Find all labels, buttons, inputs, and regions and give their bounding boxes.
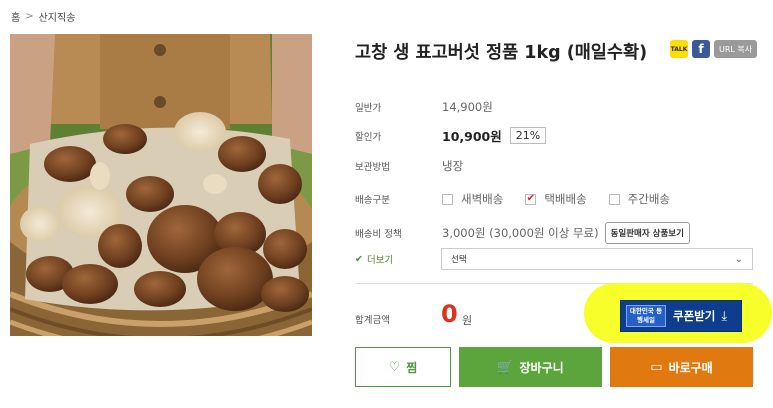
shipping-type-label: 배송구분 bbox=[355, 195, 390, 206]
storage-value: 냉장 bbox=[442, 159, 464, 173]
cart-icon: 🛒 bbox=[497, 359, 514, 375]
dawn-delivery-checkbox[interactable] bbox=[442, 193, 453, 205]
regular-price-label: 일반가 bbox=[355, 103, 382, 114]
sale-price-row: 할인가 10,900원 21% bbox=[355, 126, 547, 145]
product-image bbox=[10, 34, 312, 336]
parcel-delivery-checkbox-checked[interactable]: ✔ bbox=[525, 193, 537, 205]
buy-label: 바로구매 bbox=[668, 360, 713, 375]
sale-event-badge: 대한민국 동행세일 bbox=[626, 305, 666, 327]
share-buttons: TALK f URL 복사 bbox=[670, 40, 758, 58]
product-title: 고창 생 표고버섯 정품 1kg (매일수확) bbox=[355, 43, 648, 63]
wishlist-button[interactable]: ♡ 찜 bbox=[355, 347, 451, 387]
download-icon: ⤓ bbox=[721, 308, 728, 324]
shipping-option-label: 주간배송 bbox=[627, 192, 670, 206]
option-select-value: 선택 bbox=[451, 255, 467, 265]
shipping-fee-row: 배송비 정책 3,000원 (30,000원 이상 무료) 동일판매자 상품보기 bbox=[355, 222, 690, 244]
coupon-download-button[interactable]: 대한민국 동행세일 쿠폰받기 ⤓ bbox=[620, 300, 742, 332]
shipping-fee-label: 배송비 정책 bbox=[355, 229, 402, 240]
breadcrumb-separator: > bbox=[25, 11, 34, 22]
wishlist-label: 찜 bbox=[406, 360, 418, 375]
coupon-label: 쿠폰받기 bbox=[673, 309, 716, 323]
chevron-down-icon: ⌄ bbox=[734, 253, 743, 265]
heart-icon: ♡ bbox=[388, 359, 401, 375]
facebook-share-icon[interactable]: f bbox=[692, 40, 710, 58]
total-amount: 0 bbox=[441, 300, 458, 328]
buy-now-button[interactable]: ▭ 바로구매 bbox=[610, 347, 753, 387]
checkmark-icon: ✔ bbox=[355, 253, 363, 265]
option-select[interactable]: 선택 ⌄ bbox=[441, 248, 753, 270]
shipping-option-label: 택배배송 bbox=[544, 192, 587, 206]
storage-label: 보관방법 bbox=[355, 162, 390, 173]
same-seller-products-button[interactable]: 동일판매자 상품보기 bbox=[604, 222, 690, 244]
shipping-type-row: 배송구분 새벽배송 ✔ 택배배송 주간배송 bbox=[355, 191, 692, 207]
shipping-option-daytime[interactable]: 주간배송 bbox=[608, 191, 670, 207]
sale-price-label: 할인가 bbox=[355, 131, 382, 143]
breadcrumb-home[interactable]: 홈 bbox=[11, 9, 20, 24]
card-icon: ▭ bbox=[650, 359, 663, 375]
total-label: 합계금액 bbox=[355, 315, 390, 326]
shipping-option-dawn[interactable]: 새벽배송 bbox=[442, 191, 503, 207]
shipping-option-label: 새벽배송 bbox=[461, 192, 504, 206]
cart-label: 장바구니 bbox=[519, 360, 564, 375]
shipping-fee-value: 3,000원 (30,000원 이상 무료) bbox=[442, 226, 599, 240]
breadcrumb: 홈 > 산지직송 bbox=[11, 9, 75, 24]
breadcrumb-category[interactable]: 산지직송 bbox=[39, 9, 76, 24]
sale-price: 10,900원 bbox=[442, 129, 502, 144]
add-to-cart-button[interactable]: 🛒 장바구니 bbox=[459, 347, 602, 387]
more-toggle[interactable]: ✔ 더보기 bbox=[355, 252, 394, 267]
regular-price: 14,900원 bbox=[442, 100, 493, 114]
storage-row: 보관방법 냉장 bbox=[355, 158, 463, 174]
regular-price-row: 일반가 14,900원 bbox=[355, 99, 493, 115]
total-unit: 원 bbox=[462, 314, 473, 327]
daytime-delivery-checkbox[interactable] bbox=[608, 193, 620, 205]
more-label: 더보기 bbox=[366, 255, 394, 266]
shipping-option-parcel[interactable]: ✔ 택배배송 bbox=[525, 191, 587, 207]
kakaotalk-share-icon[interactable]: TALK bbox=[670, 40, 688, 58]
url-copy-button[interactable]: URL 복사 bbox=[714, 40, 758, 58]
discount-badge: 21% bbox=[509, 127, 547, 144]
